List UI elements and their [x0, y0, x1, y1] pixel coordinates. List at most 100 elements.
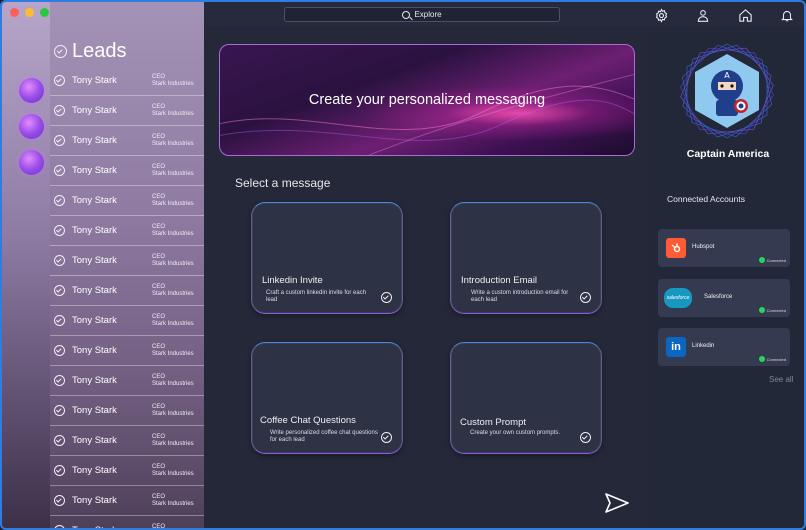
settings-gear-icon[interactable] [652, 6, 670, 24]
hero-banner: Create your personalized messaging [219, 44, 635, 156]
lead-meta: CEOStark Industries [152, 523, 194, 530]
lead-name: Tony Stark [72, 435, 117, 446]
check-circle-icon[interactable] [54, 345, 65, 356]
home-icon[interactable] [736, 6, 754, 24]
lead-title: CEO [152, 253, 166, 260]
lead-row[interactable]: Tony Stark CEOStark Industries [50, 426, 204, 456]
lead-title: CEO [152, 103, 166, 110]
lead-row[interactable]: Tony StarkCEOStark Industries [50, 396, 204, 426]
select-message-label: Select a message [235, 176, 331, 190]
check-circle-icon[interactable] [54, 285, 65, 296]
left-rail [2, 2, 52, 528]
status-dot-icon [758, 356, 765, 362]
lead-row[interactable]: Tony StarkCEOStark Industries [50, 456, 204, 486]
lead-company: Stark Industries [152, 320, 194, 327]
send-icon[interactable] [604, 492, 630, 514]
connected-status: Connected [758, 257, 786, 263]
status-dot-icon [758, 257, 765, 263]
search-label: Explore [414, 10, 442, 19]
lead-title: CEO [152, 523, 166, 530]
lead-name: Tony Stark [72, 105, 117, 116]
see-all-link[interactable]: See all [769, 375, 793, 384]
lead-row[interactable]: Tony StarkCEOStark Industries [50, 306, 204, 336]
search-bar[interactable]: Explore [284, 7, 560, 22]
message-card-custom-prompt[interactable]: Custom Prompt Create your own custom pro… [450, 342, 602, 454]
lead-meta: CEOStark Industries [152, 434, 194, 448]
check-circle-icon[interactable] [54, 375, 65, 386]
check-circle-icon[interactable] [381, 432, 392, 443]
check-circle-icon[interactable] [54, 105, 65, 116]
message-card-coffee-chat-questions[interactable]: Coffee Chat Questions Write personalized… [251, 342, 403, 454]
lead-name: Tony Stark [72, 195, 117, 206]
account-item-linkedin[interactable]: in Linkedin Connected [658, 328, 790, 366]
check-circle-icon[interactable] [54, 225, 65, 236]
lead-title: CEO [152, 133, 166, 140]
user-icon[interactable] [694, 6, 712, 24]
lead-row[interactable]: Tony StarkCEOStark Industries [50, 216, 204, 246]
account-name: Linkedin [692, 343, 715, 349]
salesforce-icon: salesforce [664, 288, 692, 308]
lead-title: CEO [152, 223, 166, 230]
lead-row[interactable]: Tony StarkCEOStark Industries [50, 66, 204, 96]
card-title: Introduction Email [461, 275, 538, 286]
lead-meta: CEOStark Industries [152, 104, 194, 118]
check-circle-icon[interactable] [381, 292, 392, 303]
check-circle-icon[interactable] [580, 432, 591, 443]
lead-company: Stark Industries [152, 260, 194, 267]
lead-title: CEO [152, 403, 166, 410]
message-card-linkedin-invite[interactable]: Linkedin Invite Craft a custom linkedin … [251, 202, 403, 314]
lead-row[interactable]: Tony StarkCEOStark Industries [50, 156, 204, 186]
card-title: Linkedin Invite [262, 275, 323, 286]
check-circle-icon[interactable] [54, 525, 65, 528]
lead-row[interactable]: Tony StarkCEOStark Industries [50, 126, 204, 156]
profile-avatar[interactable]: A [678, 42, 776, 140]
lead-title: CEO [152, 433, 166, 440]
lead-row[interactable]: Tony StarkCEOStark Industries [50, 246, 204, 276]
lead-row[interactable]: Tony StarkCEOStark Industries [50, 366, 204, 396]
bell-icon[interactable] [778, 6, 796, 24]
check-circle-icon[interactable] [54, 465, 65, 476]
account-item-salesforce[interactable]: salesforce Salesforce Connected [658, 279, 790, 317]
lead-row[interactable]: Tony Stark CEOStark Industries [50, 96, 204, 126]
rail-avatar[interactable] [19, 114, 44, 139]
lead-meta: CEOStark Industries [152, 254, 194, 268]
lead-meta: CEOStark Industries [152, 284, 194, 298]
maximize-window-button[interactable] [40, 8, 49, 17]
lead-row[interactable]: Tony StarkCEOStark Industries [50, 276, 204, 306]
check-circle-icon[interactable] [54, 405, 65, 416]
close-window-button[interactable] [10, 8, 19, 17]
check-circle-icon[interactable] [54, 75, 65, 86]
status-dot-icon [758, 307, 765, 313]
lead-company: Stark Industries [152, 470, 194, 477]
hero-title: Create your personalized messaging [308, 92, 546, 108]
lead-company: Stark Industries [152, 380, 194, 387]
check-circle-icon[interactable] [54, 495, 65, 506]
lead-row[interactable]: Tony Stark CEOStark Industries [50, 486, 204, 516]
lead-row[interactable]: Tony StarkCEOStark Industries [50, 516, 204, 530]
lead-meta: CEOStark Industries [152, 194, 194, 208]
lead-row[interactable]: Tony StarkCEOStark Industries [50, 336, 204, 366]
check-circle-icon[interactable] [54, 135, 65, 146]
main-content: Create your personalized messaging Selec… [204, 26, 650, 528]
profile-panel: A Captain America Connected Accounts Hub… [650, 26, 804, 528]
lead-meta: CEOStark Industries [152, 164, 194, 178]
minimize-window-button[interactable] [25, 8, 34, 17]
check-circle-icon[interactable] [54, 195, 65, 206]
check-circle-icon[interactable] [54, 165, 65, 176]
account-item-hubspot[interactable]: Hubspot Connected [658, 229, 790, 267]
linkedin-icon: in [666, 337, 686, 357]
lead-title: CEO [152, 493, 166, 500]
check-circle-icon[interactable] [54, 45, 67, 58]
check-circle-icon[interactable] [580, 292, 591, 303]
lead-name: Tony Stark [72, 495, 117, 506]
check-circle-icon[interactable] [54, 315, 65, 326]
lead-meta: CEOStark Industries [152, 494, 194, 508]
rail-avatar[interactable] [19, 150, 44, 175]
check-circle-icon[interactable] [54, 435, 65, 446]
message-card-introduction-email[interactable]: Introduction Email Write a custom introd… [450, 202, 602, 314]
card-description: Write personalized coffee chat questions… [270, 430, 378, 443]
leads-panel: Leads Tony Stark CEO Stark Industries Tony … [50, 2, 204, 530]
check-circle-icon[interactable] [54, 255, 65, 266]
lead-row[interactable]: Tony Stark CEOStark Industries [50, 186, 204, 216]
rail-avatar[interactable] [19, 78, 44, 103]
